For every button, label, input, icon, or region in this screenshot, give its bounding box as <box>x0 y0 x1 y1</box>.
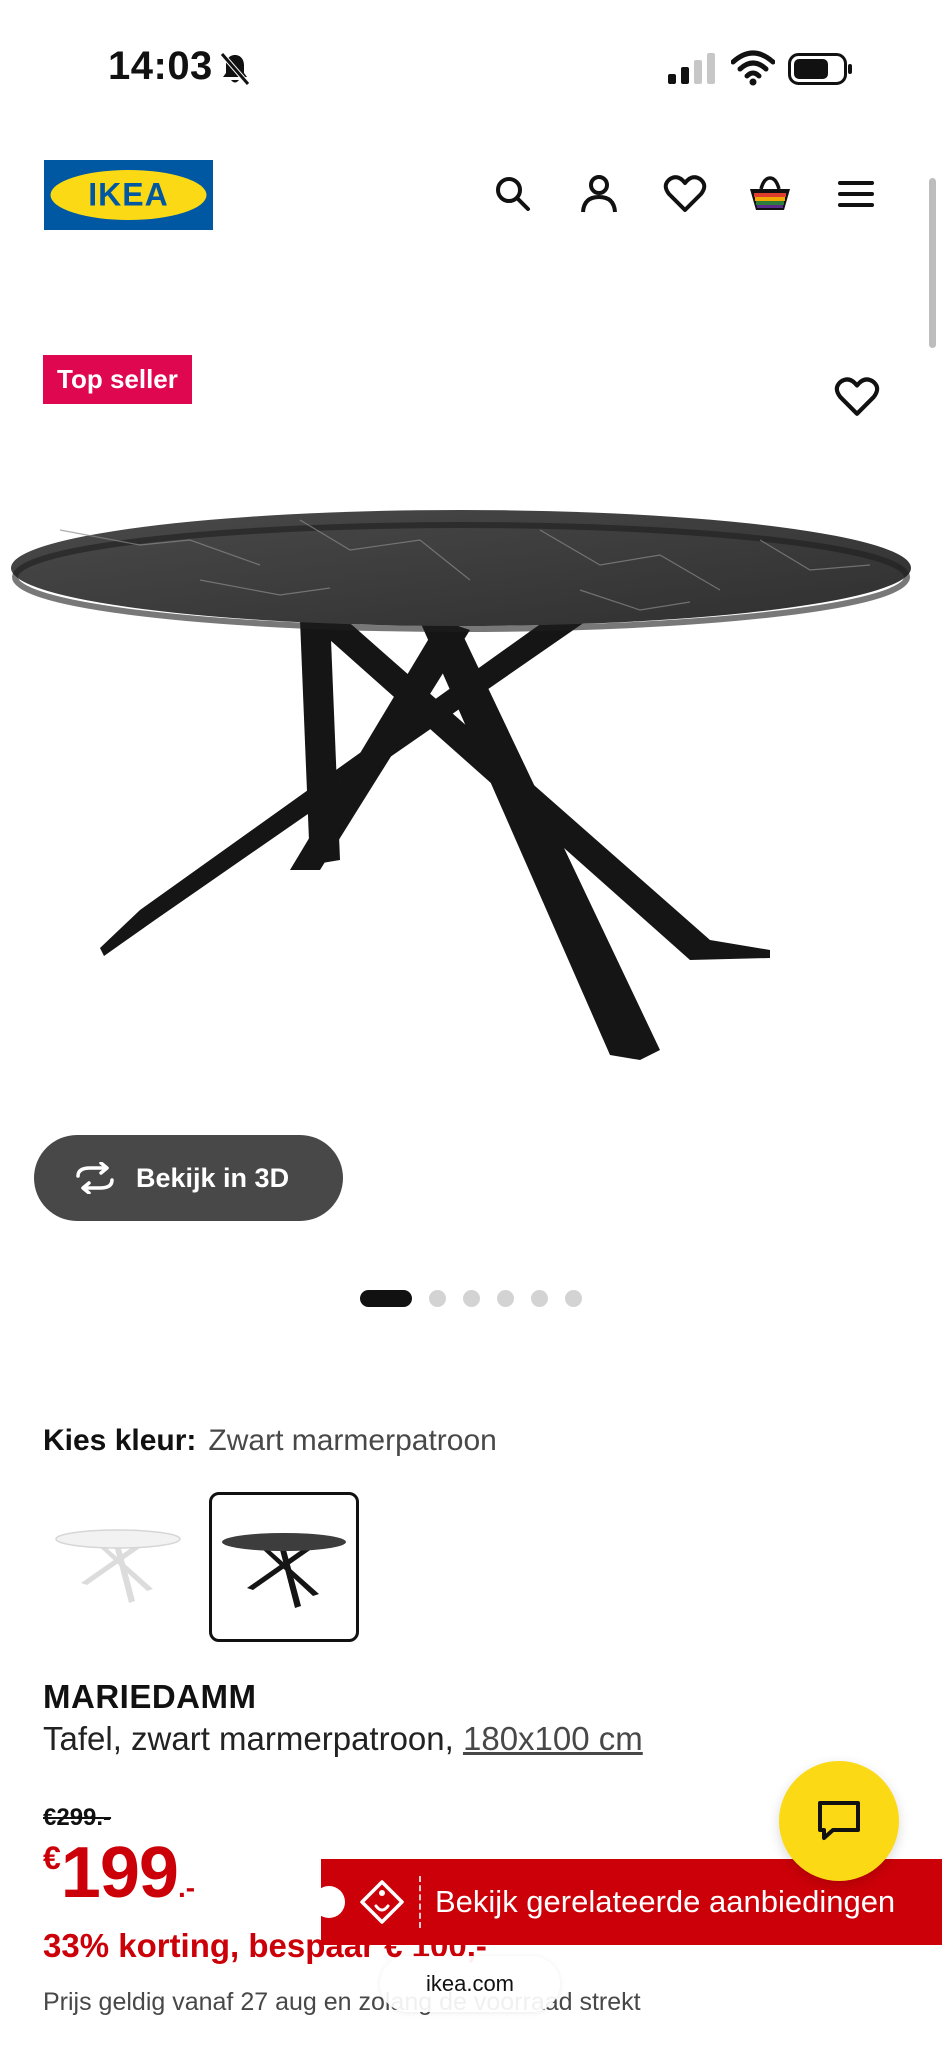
carousel-dot[interactable] <box>497 1289 514 1307</box>
carousel-dot[interactable] <box>463 1289 480 1307</box>
old-price: €299.- <box>43 1804 112 1831</box>
carousel-dot[interactable] <box>429 1289 446 1307</box>
status-time: 14:03 <box>108 44 213 88</box>
price-tag-icon <box>360 1880 404 1924</box>
black-table-thumbnail <box>222 1533 346 1608</box>
carousel-dot[interactable] <box>565 1289 582 1307</box>
price-decimals: .- <box>177 1872 196 1903</box>
product-size-link[interactable]: 180x100 cm <box>463 1720 643 1757</box>
ikea-logo-icon: IKEA <box>50 170 207 220</box>
rotate-3d-icon <box>76 1162 114 1194</box>
white-table-thumbnail <box>55 1529 181 1603</box>
color-swatch-white-marble[interactable] <box>46 1492 190 1636</box>
ikea-logo[interactable]: IKEA <box>44 160 213 230</box>
account-icon[interactable] <box>577 172 621 216</box>
bell-muted-icon <box>220 52 250 86</box>
cellular-signal-icon <box>668 53 715 84</box>
chat-bubble-icon <box>818 1801 860 1840</box>
price-currency: € <box>43 1840 61 1876</box>
price-amount: 199 <box>60 1833 179 1913</box>
view-in-3d-button[interactable]: Bekijk in 3D <box>34 1135 343 1221</box>
carousel-dot[interactable] <box>531 1289 548 1307</box>
search-icon[interactable] <box>491 172 535 216</box>
page-scrollbar[interactable] <box>929 178 936 348</box>
carousel-dot[interactable] <box>360 1289 412 1307</box>
shopping-bag-icon[interactable] <box>748 172 792 216</box>
color-chooser-label: Kies kleur: Zwart marmerpatroon <box>43 1424 497 1458</box>
chat-button[interactable] <box>779 1761 899 1881</box>
product-description: Tafel, zwart marmerpatroon, 180x100 cm <box>43 1720 643 1758</box>
product-description-text: Tafel, zwart marmerpatroon, <box>43 1720 463 1757</box>
banner-divider <box>419 1876 421 1928</box>
wishlist-heart-icon[interactable] <box>663 172 707 216</box>
current-price: €199.- <box>43 1832 195 1914</box>
product-name: MARIEDAMM <box>43 1678 257 1715</box>
view-in-3d-label: Bekijk in 3D <box>136 1162 290 1193</box>
product-favorite-heart-icon[interactable] <box>834 376 880 418</box>
product-image[interactable] <box>0 470 942 1110</box>
image-carousel-dots[interactable] <box>0 1288 942 1308</box>
battery-icon <box>788 53 852 85</box>
related-deals-label: Bekijk gerelateerde aanbiedingen <box>435 1884 896 1919</box>
banner-handle[interactable] <box>313 1886 345 1918</box>
browser-url-pill[interactable]: ikea.com <box>380 1956 560 2012</box>
color-label: Kies kleur: <box>43 1424 197 1457</box>
logo-text: IKEA <box>88 177 168 213</box>
wifi-icon <box>731 50 775 86</box>
menu-icon[interactable] <box>834 172 878 216</box>
color-swatch-black-marble[interactable] <box>209 1492 359 1642</box>
color-value: Zwart marmerpatroon <box>208 1424 497 1457</box>
top-seller-badge: Top seller <box>43 355 192 404</box>
